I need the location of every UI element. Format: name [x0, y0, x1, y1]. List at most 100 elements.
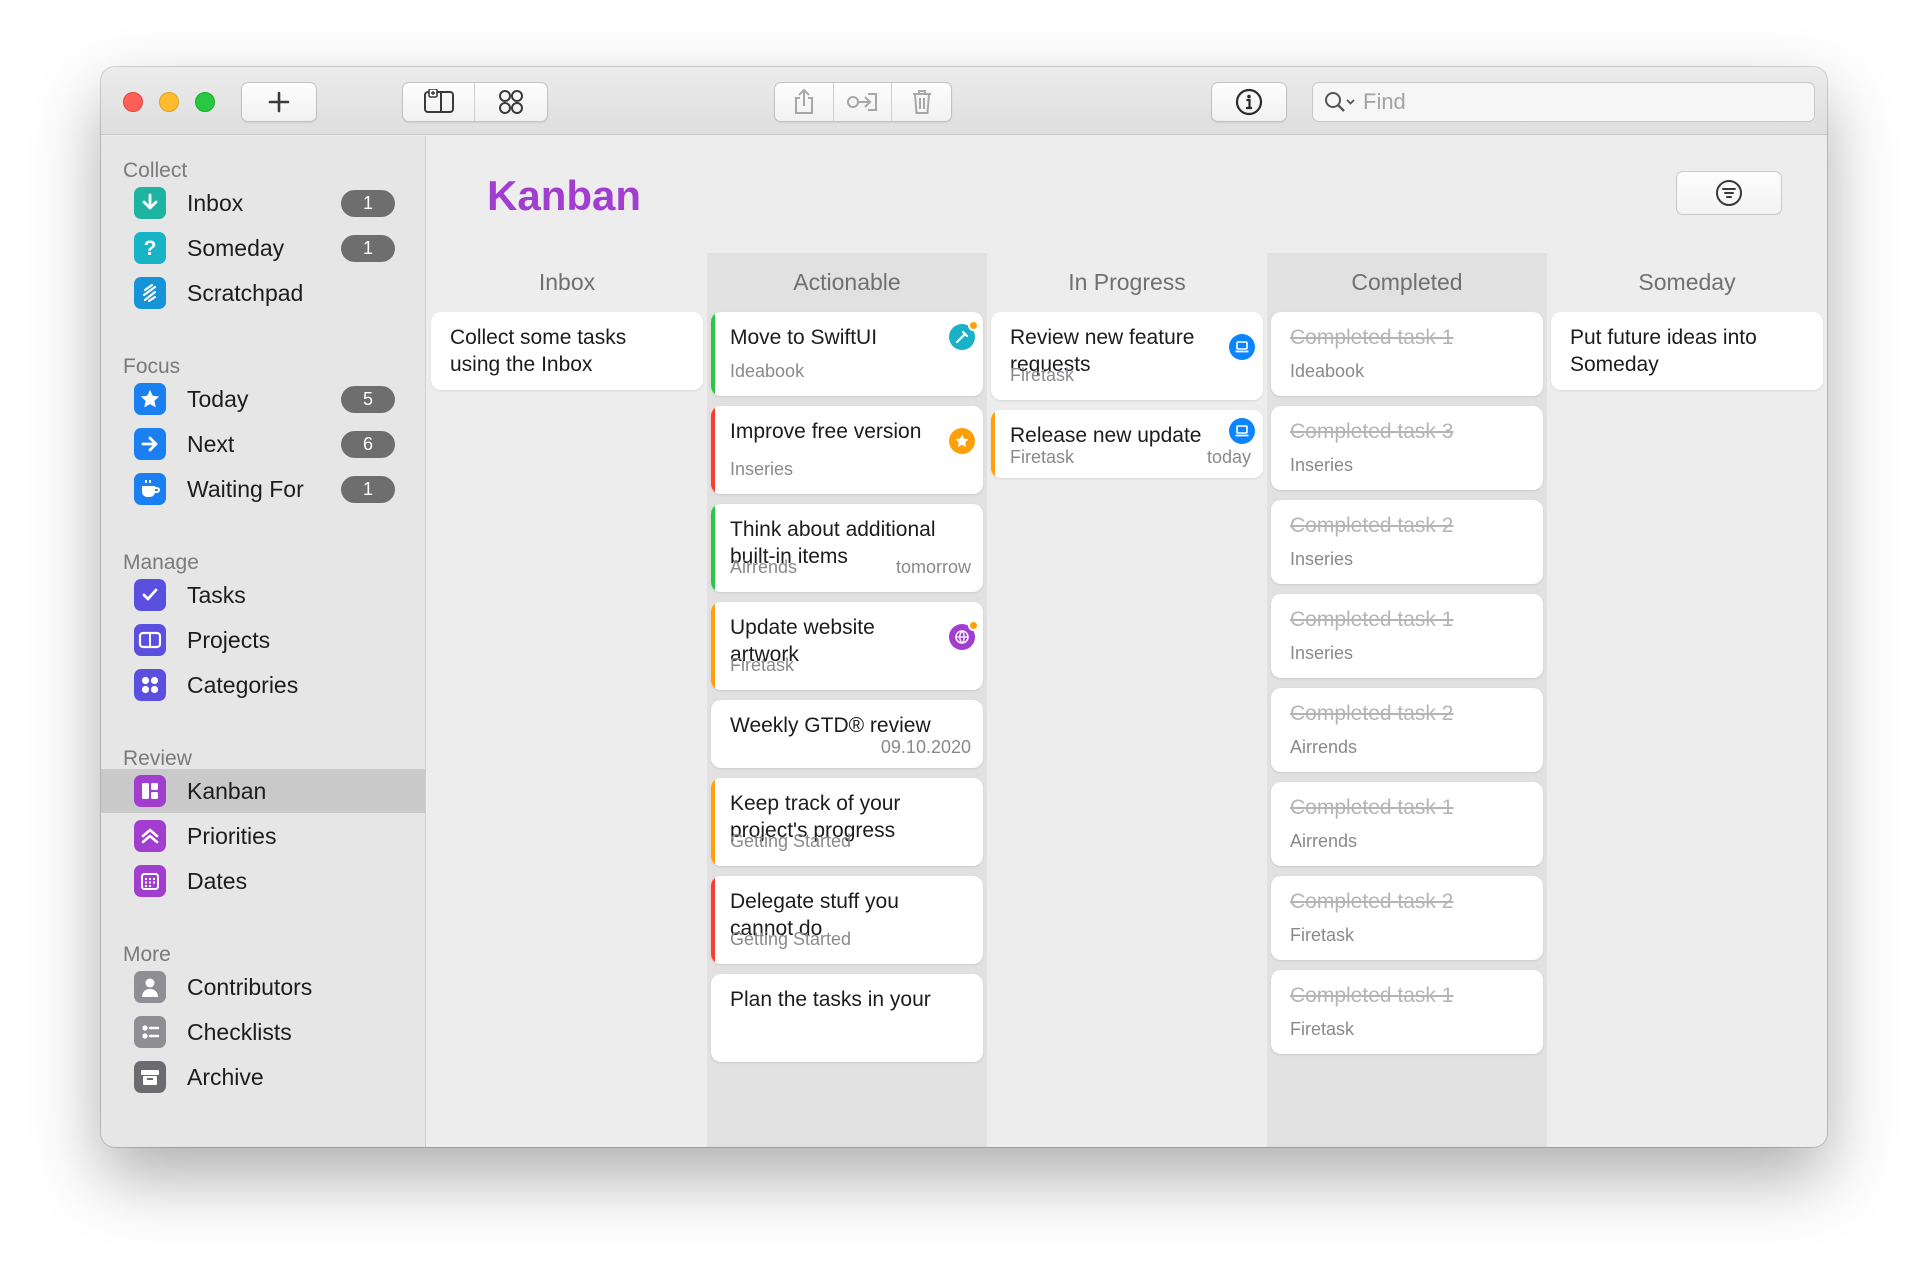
person-icon: [134, 971, 166, 1003]
sidebar-item-checklists[interactable]: Checklists: [101, 1010, 425, 1054]
task-card[interactable]: Put future ideas into Someday: [1551, 312, 1823, 390]
sidebar-item-dates[interactable]: Dates: [101, 859, 425, 903]
task-title: Completed task 2: [1290, 702, 1454, 725]
filter-icon: [1716, 180, 1742, 206]
task-card[interactable]: Plan the tasks in your: [711, 974, 983, 1062]
task-card[interactable]: Release new update Firetask today: [991, 410, 1263, 478]
task-title: Completed task 2: [1290, 514, 1454, 537]
share-button[interactable]: [775, 83, 834, 121]
sidebar-item-categories[interactable]: Categories: [101, 663, 425, 707]
section-title-collect: Collect: [123, 159, 188, 182]
sidebar-item-label: Tasks: [187, 581, 246, 608]
scratchpad-icon: [134, 277, 166, 309]
task-card[interactable]: Improve free version Inseries: [711, 406, 983, 494]
sidebar-item-kanban[interactable]: Kanban: [101, 769, 425, 813]
count-badge: 1: [341, 234, 395, 262]
delete-button[interactable]: [892, 83, 951, 121]
task-card[interactable]: Move to SwiftUI Ideabook: [711, 312, 983, 396]
move-icon: [846, 93, 877, 111]
task-card[interactable]: Update website artwork Firetask: [711, 602, 983, 690]
task-card[interactable]: Completed task 1 Airrends: [1271, 782, 1543, 866]
sidebar-item-tasks[interactable]: Tasks: [101, 573, 425, 617]
task-card[interactable]: Delegate stuff you cannot do Getting Sta…: [711, 876, 983, 964]
task-card[interactable]: Completed task 2 Inseries: [1271, 500, 1543, 584]
close-window-button[interactable]: [123, 92, 143, 112]
sidebar-item-label: Checklists: [187, 1018, 292, 1045]
arrow-right-icon: [134, 428, 166, 460]
priorities-icon: [134, 820, 166, 852]
inbox-arrow-icon: [134, 187, 166, 219]
task-title: Weekly GTD® review: [730, 714, 931, 737]
count-badge: 5: [341, 385, 395, 413]
checklist-icon: [134, 1016, 166, 1048]
move-button[interactable]: [834, 83, 893, 121]
section-title-more: More: [123, 943, 171, 966]
grid-view-button[interactable]: [475, 83, 547, 121]
task-project: Firetask: [1290, 925, 1355, 945]
globe-icon: [949, 620, 979, 650]
search-field[interactable]: [1312, 82, 1815, 122]
task-card[interactable]: Completed task 1 Firetask: [1271, 970, 1543, 1054]
sidebar-item-waiting-for[interactable]: Waiting For 1: [101, 467, 425, 511]
sidebar-item-inbox[interactable]: Inbox 1: [101, 181, 425, 225]
sidebar-item-contributors[interactable]: Contributors: [101, 965, 425, 1009]
sidebar-item-label: Someday: [187, 234, 285, 261]
svg-text:?: ?: [144, 237, 157, 260]
plus-icon: [268, 91, 290, 113]
sidebar-item-label: Archive: [187, 1063, 264, 1090]
star-icon: [134, 383, 166, 415]
task-project: Airrends: [730, 557, 798, 577]
task-card[interactable]: Completed task 3 Inseries: [1271, 406, 1543, 490]
info-button[interactable]: [1211, 82, 1287, 122]
sidebar-item-next[interactable]: Next 6: [101, 422, 425, 466]
task-project: Inseries: [1290, 455, 1354, 475]
task-card[interactable]: Weekly GTD® review 09.10.2020: [711, 700, 983, 768]
task-title: Completed task 1: [1290, 326, 1454, 349]
grid-view-icon: [499, 90, 523, 114]
page-title: Kanban: [487, 172, 642, 219]
task-project: Airrends: [1290, 831, 1358, 851]
task-project: Firetask: [1010, 447, 1075, 467]
sidebar-item-archive[interactable]: Archive: [101, 1055, 425, 1099]
sidebar-item-label: Kanban: [187, 777, 267, 804]
add-task-button[interactable]: [241, 82, 317, 122]
task-card[interactable]: Think about additional built-in items Ai…: [711, 504, 983, 592]
sidebar-item-someday[interactable]: ? Someday 1: [101, 226, 425, 270]
task-project: Firetask: [1010, 365, 1075, 385]
task-title: Completed task 2: [1290, 890, 1454, 913]
priority-bar: [711, 778, 715, 866]
sidebar-item-label: Next: [187, 430, 235, 457]
app-window: Collect Inbox 1 ? Someday 1 Scratchpad F…: [101, 67, 1827, 1147]
task-title: Release new update: [1010, 424, 1202, 447]
sidebar-item-priorities[interactable]: Priorities: [101, 814, 425, 858]
sidebar-item-label: Today: [187, 385, 249, 412]
task-project: Ideabook: [1290, 361, 1365, 381]
sidebar-item-projects[interactable]: Projects: [101, 618, 425, 662]
task-card[interactable]: Keep track of your project's progress Ge…: [711, 778, 983, 866]
task-title: Put future ideas into Someday: [1570, 326, 1757, 376]
task-project: Inseries: [1290, 549, 1354, 569]
task-card[interactable]: Completed task 2 Airrends: [1271, 688, 1543, 772]
calendar-icon: [134, 865, 166, 897]
sidebar-item-today[interactable]: Today 5: [101, 377, 425, 421]
task-due-date: tomorrow: [895, 557, 971, 577]
minimize-window-button[interactable]: [159, 92, 179, 112]
sidebar-toggle-icon: [423, 89, 454, 113]
task-card[interactable]: Completed task 2 Firetask: [1271, 876, 1543, 960]
filter-button[interactable]: [1676, 171, 1782, 215]
task-card[interactable]: Completed task 1 Ideabook: [1271, 312, 1543, 396]
task-project: Airrends: [1290, 737, 1358, 757]
task-title: Completed task 1: [1290, 796, 1454, 819]
column-someday: Someday Put future ideas into Someday: [1547, 253, 1827, 1147]
search-input[interactable]: [1363, 89, 1763, 115]
sidebar-item-scratchpad[interactable]: Scratchpad: [101, 271, 425, 315]
task-card[interactable]: Collect some tasks using the Inbox: [431, 312, 703, 390]
sidebar-toggle-button[interactable]: [403, 83, 475, 121]
column-inbox: Inbox Collect some tasks using the Inbox: [427, 253, 707, 1147]
task-actions-group: [774, 82, 952, 122]
info-icon: [1235, 88, 1263, 116]
sidebar-item-label: Inbox: [187, 189, 244, 216]
task-card[interactable]: Review new feature requests Firetask: [991, 312, 1263, 400]
task-card[interactable]: Completed task 1 Inseries: [1271, 594, 1543, 678]
zoom-window-button[interactable]: [195, 92, 215, 112]
